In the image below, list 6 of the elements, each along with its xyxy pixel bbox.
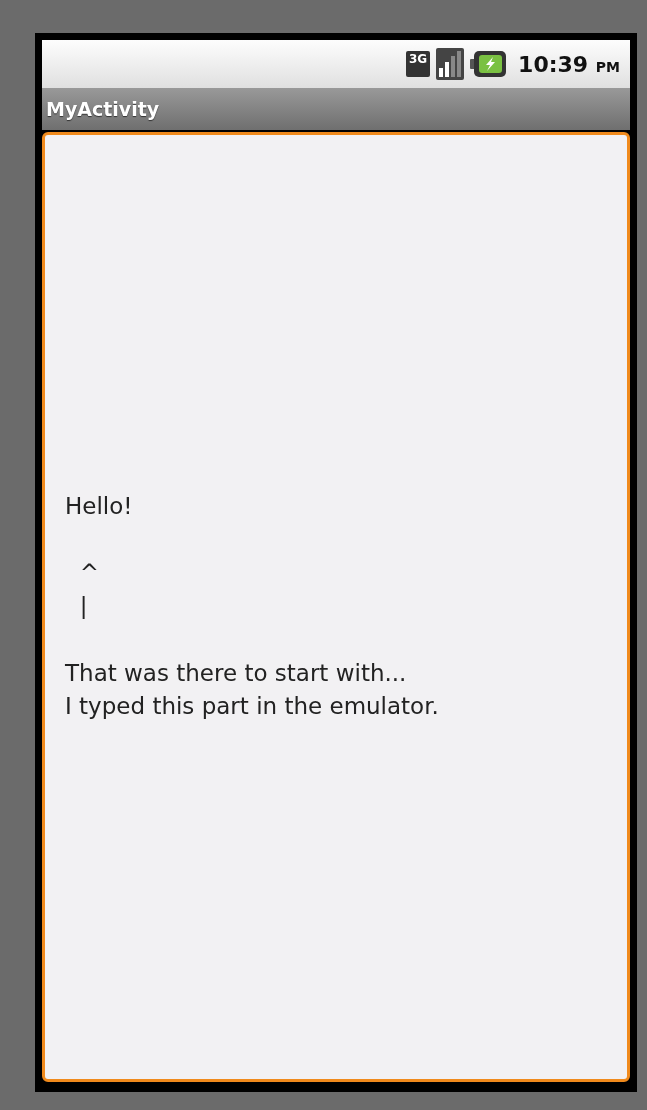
- text-input-field[interactable]: Hello! ^ | That was there to start with... I typed this part in the emulator.: [42, 132, 630, 1082]
- clock-time: 10:39 PM: [518, 51, 620, 77]
- signal-icon: [436, 48, 465, 80]
- battery-charging-icon: [470, 51, 507, 77]
- app-title: MyActivity: [46, 98, 160, 120]
- network-type-icon: 3G: [405, 51, 431, 77]
